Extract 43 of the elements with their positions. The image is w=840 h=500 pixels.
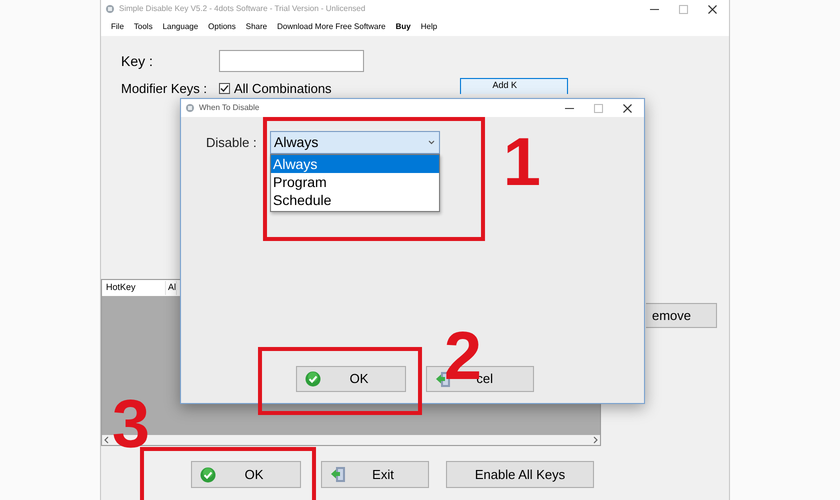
- dropdown-option[interactable]: Always: [271, 155, 439, 173]
- check-icon: [305, 371, 321, 387]
- exit-icon: [330, 466, 346, 483]
- remove-button[interactable]: emove: [646, 303, 717, 328]
- column-header[interactable]: HotKey: [102, 281, 166, 295]
- close-icon: [623, 104, 632, 112]
- checkbox[interactable]: [219, 83, 230, 94]
- menu-item[interactable]: Language: [162, 21, 198, 33]
- menu-item[interactable]: Download More Free Software: [277, 21, 386, 33]
- dropdown-option[interactable]: Program: [271, 173, 439, 191]
- app-icon: [185, 103, 195, 113]
- dialog-button[interactable]: Enable All Keys: [446, 461, 594, 488]
- field-label: Key :: [120, 52, 154, 71]
- checkbox-label: All Combinations: [234, 81, 332, 96]
- scroll-left-icon: [104, 436, 109, 444]
- dialog-button[interactable]: Exit: [321, 461, 429, 488]
- app-icon: [105, 4, 115, 14]
- menu-item[interactable]: Buy: [396, 21, 411, 33]
- dialog-button[interactable]: OK: [296, 366, 406, 392]
- field-label: Modifier Keys :: [120, 81, 208, 96]
- menu-item[interactable]: Options: [208, 21, 236, 33]
- menu-item[interactable]: File: [111, 21, 124, 33]
- column-header[interactable]: Al: [166, 281, 178, 295]
- field-label: Disable :: [205, 134, 258, 152]
- window-title: Simple Disable Key V5.2 - 4dots Software - Trial Version - Unlicensed: [119, 3, 366, 15]
- close-icon: [708, 4, 717, 14]
- maximize-icon: [679, 4, 688, 14]
- dropdown-value: Always: [274, 133, 320, 152]
- disable-dropdown[interactable]: Always: [270, 131, 440, 154]
- menu-item[interactable]: Help: [420, 21, 438, 33]
- step-number: 1: [503, 128, 541, 196]
- add-key-button[interactable]: Add K: [460, 78, 568, 94]
- maximize-icon: [594, 104, 603, 112]
- scroll-right-icon: [593, 436, 598, 444]
- menu-item[interactable]: Tools: [134, 21, 153, 33]
- key-input-field[interactable]: [219, 50, 364, 72]
- step-number: 3: [112, 390, 150, 458]
- dialog-title: When To Disable: [199, 102, 260, 114]
- dialog-button[interactable]: OK: [191, 461, 301, 488]
- menu-item[interactable]: Share: [246, 21, 268, 33]
- dropdown-option[interactable]: Schedule: [271, 191, 439, 209]
- chevron-down-icon: [428, 140, 435, 145]
- check-icon: [200, 466, 216, 482]
